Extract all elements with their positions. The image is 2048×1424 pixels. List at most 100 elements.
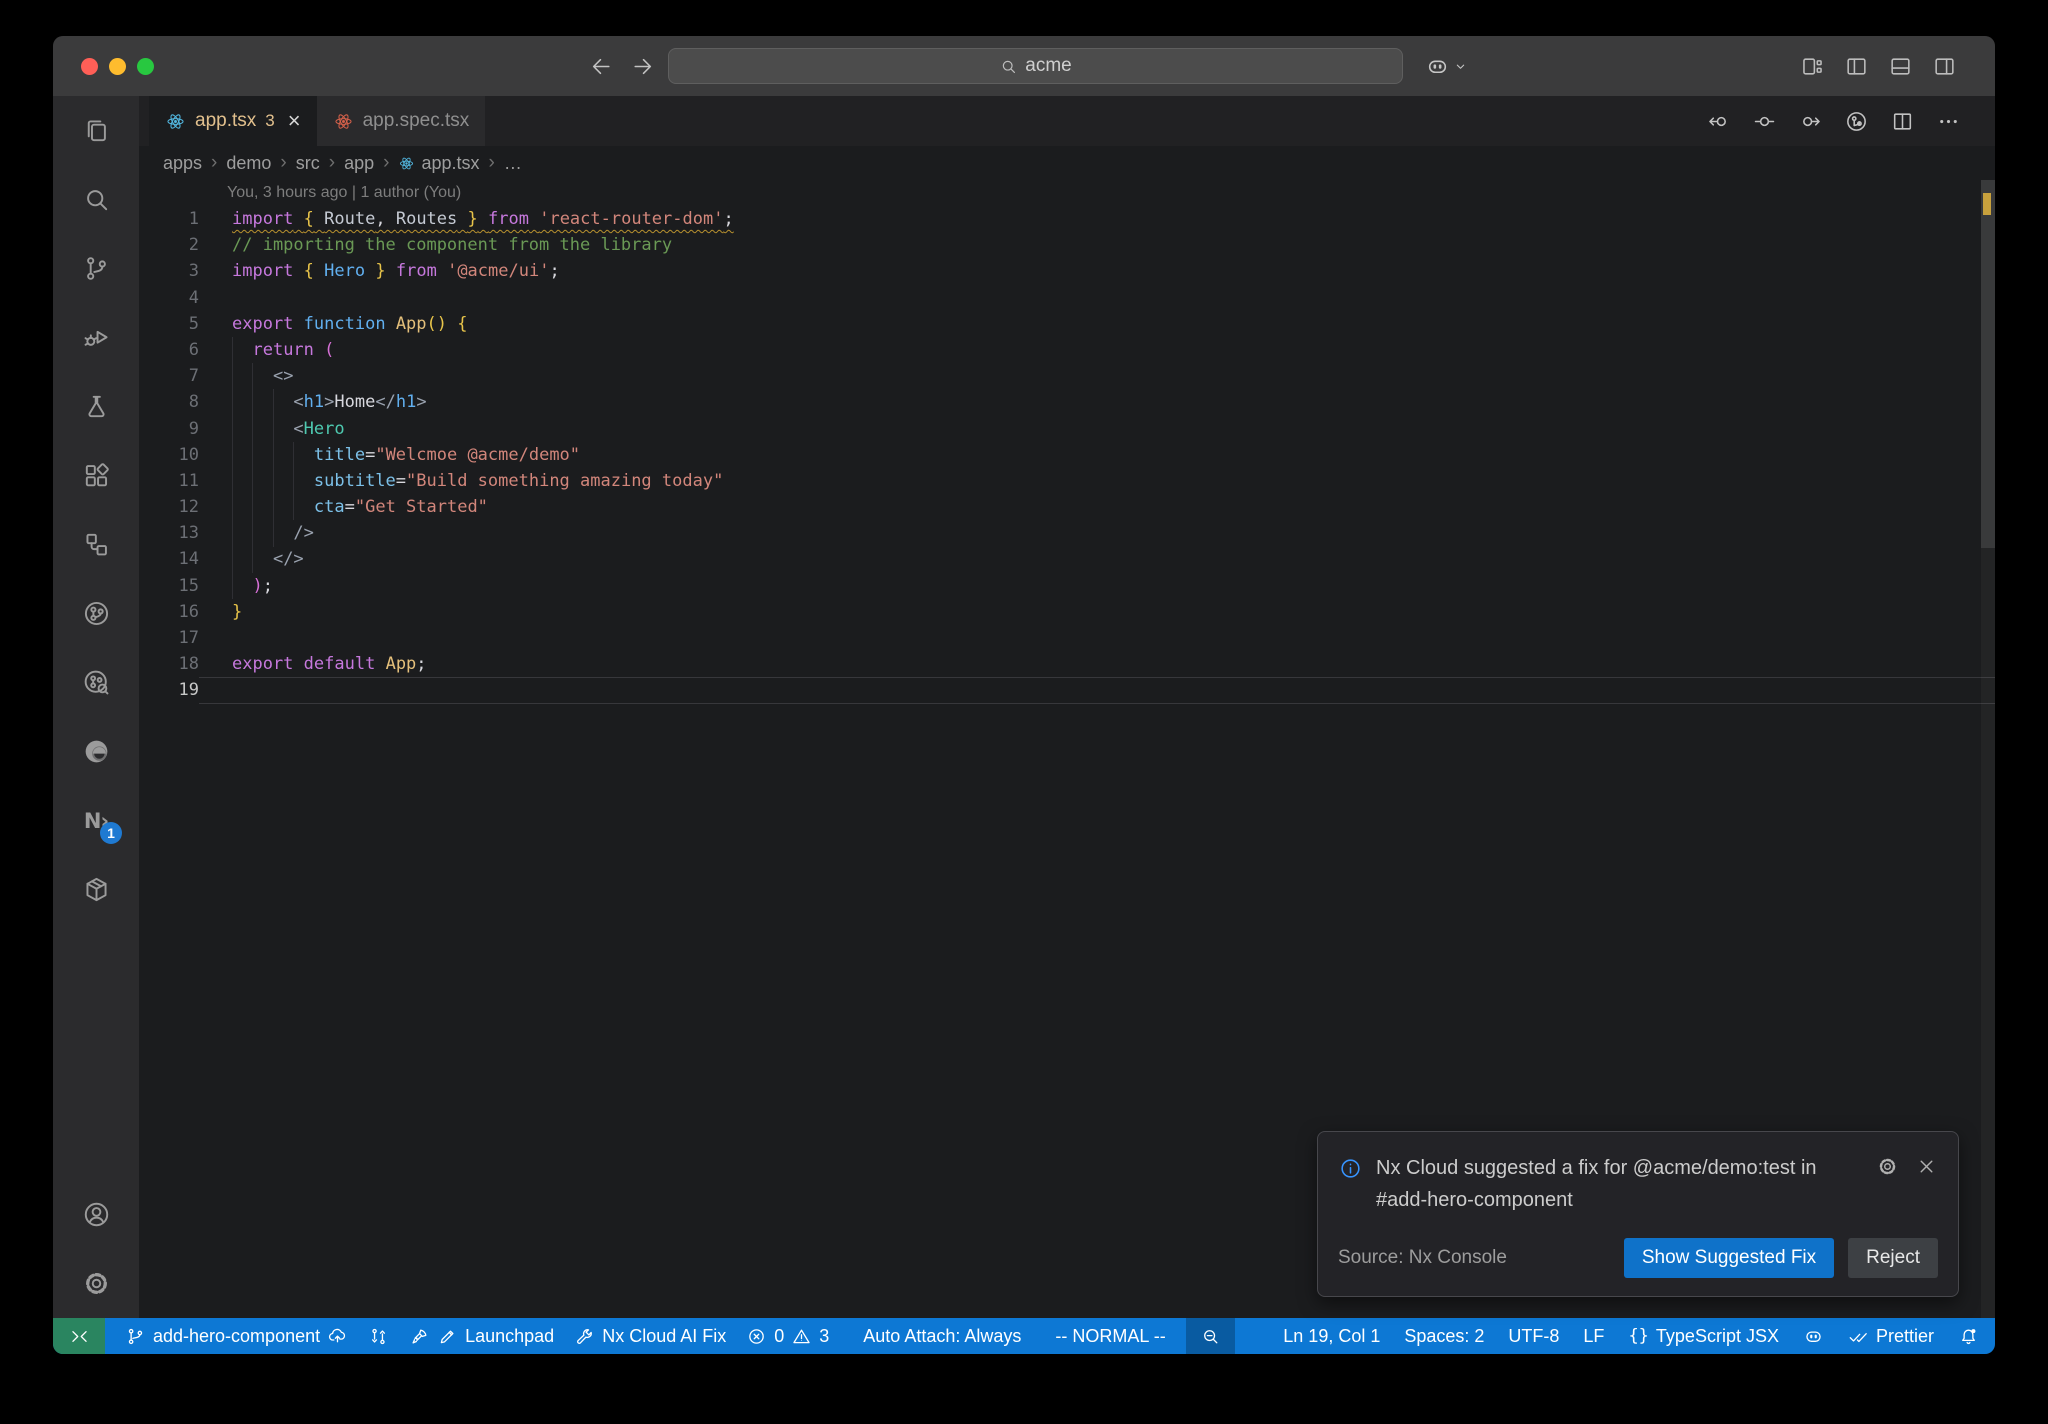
activity-item-edge-browser[interactable] <box>53 717 139 786</box>
statusbar-vim-mode[interactable]: -- NORMAL -- <box>1055 1318 1165 1354</box>
minimize-window-button[interactable] <box>109 57 126 75</box>
line-number[interactable]: 16 <box>139 599 199 625</box>
command-center-search[interactable]: acme <box>668 48 1403 84</box>
code-line-content[interactable]: export function App() { <box>199 311 1995 337</box>
code-line-10[interactable]: 10 title="Welcmoe @acme/demo" <box>139 442 1995 468</box>
forward-icon[interactable] <box>630 54 655 79</box>
line-number[interactable]: 11 <box>139 468 199 494</box>
code-line-8[interactable]: 8 <h1>Home</h1> <box>139 389 1995 415</box>
copilot-menu[interactable] <box>1425 36 1469 96</box>
reject-button[interactable]: Reject <box>1848 1238 1938 1278</box>
code-line-content[interactable]: } <box>199 599 1995 625</box>
breadcrumb-item-demo[interactable]: demo <box>226 153 271 174</box>
statusbar-zoom-indicator[interactable] <box>1185 1318 1235 1354</box>
notification-settings-icon[interactable] <box>1876 1155 1899 1178</box>
statusbar-cursor-position[interactable]: Ln 19, Col 1 <box>1283 1318 1380 1354</box>
statusbar-encoding[interactable]: UTF-8 <box>1508 1318 1559 1354</box>
code-line-content[interactable]: export default App; <box>199 651 1995 677</box>
statusbar-problems[interactable]: 03 <box>746 1318 829 1354</box>
activity-item-run-and-debug[interactable] <box>53 303 139 372</box>
toggle-secondary-sidebar-icon[interactable] <box>1932 54 1957 79</box>
close-window-button[interactable] <box>81 57 98 75</box>
activity-item-settings[interactable] <box>53 1249 139 1318</box>
show-suggested-fix-button[interactable]: Show Suggested Fix <box>1623 1238 1835 1278</box>
commit-graph-icon[interactable] <box>1844 109 1869 134</box>
code-line-content[interactable]: // importing the component from the libr… <box>199 232 1995 258</box>
line-number[interactable]: 12 <box>139 494 199 520</box>
statusbar-nx-cloud-ai-fix[interactable]: Nx Cloud AI Fix <box>574 1318 726 1354</box>
line-number[interactable]: 17 <box>139 625 199 651</box>
code-line-1[interactable]: 1 import { Route, Routes } from 'react-ro… <box>139 206 1995 232</box>
code-line-12[interactable]: 12 cta="Get Started" <box>139 494 1995 520</box>
code-line-16[interactable]: 16} <box>139 599 1995 625</box>
customize-layout-icon[interactable] <box>1800 54 1825 79</box>
line-number[interactable]: 2 <box>139 232 199 258</box>
breadcrumb-item-symbols[interactable]: … <box>504 153 522 174</box>
split-editor-icon[interactable] <box>1890 109 1915 134</box>
next-change-icon[interactable] <box>1798 109 1823 134</box>
line-number[interactable]: 6 <box>139 337 199 363</box>
activity-item-testing[interactable] <box>53 372 139 441</box>
code-line-content[interactable]: </> <box>199 546 1995 572</box>
previous-change-icon[interactable] <box>1706 109 1731 134</box>
statusbar-remote-indicator[interactable] <box>53 1318 105 1354</box>
toggle-panel-icon[interactable] <box>1888 54 1913 79</box>
line-number[interactable]: 9 <box>139 416 199 442</box>
statusbar-git-branch[interactable]: add-hero-component <box>125 1318 348 1354</box>
code-line-content[interactable]: import { Hero } from '@acme/ui'; <box>199 258 1995 284</box>
code-line-5[interactable]: 5 export function App() { <box>139 311 1995 337</box>
code-line-15[interactable]: 15 ); <box>139 573 1995 599</box>
toggle-primary-sidebar-icon[interactable] <box>1844 54 1869 79</box>
line-number[interactable]: 10 <box>139 442 199 468</box>
statusbar-indentation[interactable]: Spaces: 2 <box>1404 1318 1484 1354</box>
line-number[interactable]: 3 <box>139 258 199 284</box>
notification-close-icon[interactable] <box>1915 1155 1938 1178</box>
line-number[interactable]: 1 <box>139 206 199 232</box>
code-line-content[interactable]: return ( <box>199 337 1995 363</box>
code-line-content[interactable]: <h1>Home</h1> <box>199 389 1995 415</box>
tab-app-spec-tsx[interactable]: app.spec.tsx <box>316 96 486 146</box>
activity-item-accounts[interactable] <box>53 1180 139 1249</box>
activity-item-search[interactable] <box>53 165 139 234</box>
activity-item-source-control[interactable] <box>53 234 139 303</box>
activity-item-package-explorer[interactable] <box>53 855 139 924</box>
code-line-9[interactable]: 9 <Hero <box>139 416 1995 442</box>
code-line-13[interactable]: 13 /> <box>139 520 1995 546</box>
scrollbar-thumb[interactable] <box>1981 180 1995 548</box>
code-line-content[interactable] <box>199 285 1995 311</box>
statusbar-copilot-status[interactable] <box>1803 1318 1824 1354</box>
code-line-content[interactable] <box>199 625 1995 651</box>
line-number[interactable]: 19 <box>139 677 199 703</box>
back-icon[interactable] <box>589 54 614 79</box>
statusbar-launchpad[interactable]: Launchpad <box>409 1318 554 1354</box>
statusbar-formatter[interactable]: Prettier <box>1848 1318 1934 1354</box>
breadcrumb-item-apps[interactable]: apps <box>163 153 202 174</box>
activity-item-extensions[interactable] <box>53 441 139 510</box>
activity-item-gitlens-inspect[interactable] <box>53 648 139 717</box>
code-line-content[interactable]: cta="Get Started" <box>199 494 1995 520</box>
code-line-4[interactable]: 4 <box>139 285 1995 311</box>
code-line-content[interactable]: import { Route, Routes } from 'react-rou… <box>199 206 1995 232</box>
statusbar-language-mode[interactable]: {} TypeScript JSX <box>1628 1318 1779 1354</box>
code-line-content[interactable]: <Hero <box>199 416 1995 442</box>
line-number[interactable]: 5 <box>139 311 199 337</box>
code-line-content[interactable]: <> <box>199 363 1995 389</box>
line-number[interactable]: 13 <box>139 520 199 546</box>
code-line-content[interactable]: subtitle="Build something amazing today" <box>199 468 1995 494</box>
line-number[interactable]: 8 <box>139 389 199 415</box>
activity-item-explorer[interactable] <box>53 96 139 165</box>
code-line-17[interactable]: 17 <box>139 625 1995 651</box>
line-number[interactable]: 14 <box>139 546 199 572</box>
code-line-content[interactable]: title="Welcmoe @acme/demo" <box>199 442 1995 468</box>
current-change-icon[interactable] <box>1752 109 1777 134</box>
statusbar-git-compare[interactable] <box>368 1318 389 1354</box>
breadcrumb-item-src[interactable]: src <box>296 153 320 174</box>
code-line-3[interactable]: 3 import { Hero } from '@acme/ui'; <box>139 258 1995 284</box>
line-number[interactable]: 18 <box>139 651 199 677</box>
code-line-content[interactable]: /> <box>199 520 1995 546</box>
maximize-window-button[interactable] <box>137 57 154 75</box>
statusbar-notifications-bell[interactable] <box>1958 1318 1979 1354</box>
activity-item-gitlens[interactable] <box>53 579 139 648</box>
more-actions-icon[interactable] <box>1936 109 1961 134</box>
code-line-content[interactable] <box>199 678 1995 702</box>
